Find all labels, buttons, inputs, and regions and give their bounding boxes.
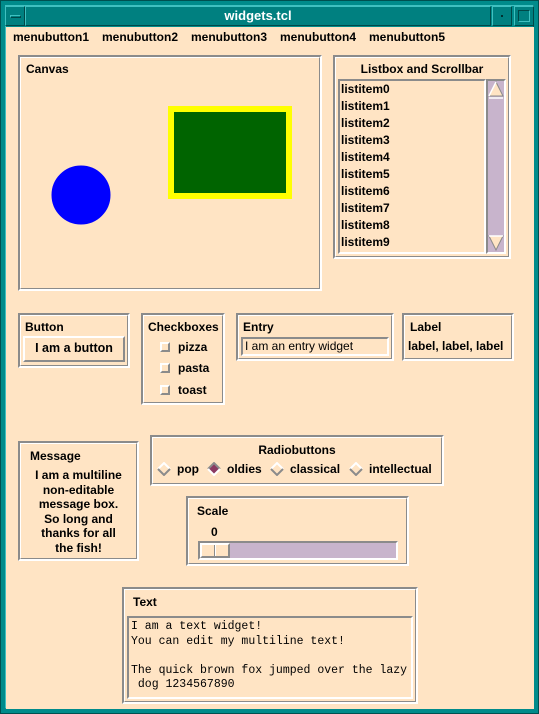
checkbox-indicator[interactable]	[160, 363, 170, 373]
radiobuttons-label: Radiobuttons	[258, 443, 336, 457]
canvas-oval[interactable]	[51, 165, 111, 225]
scale-label: Scale	[197, 504, 229, 518]
scroll-up-arrow-icon[interactable]	[488, 81, 504, 99]
listbox-label: Listbox and Scrollbar	[360, 62, 484, 76]
radio-label: classical	[290, 462, 341, 476]
menubutton-5[interactable]: menubutton5	[362, 27, 451, 47]
list-item[interactable]: listitem8	[340, 217, 484, 234]
message-frame: Message I am a multiline non-editable me…	[18, 441, 139, 561]
checkbox-indicator[interactable]	[160, 342, 170, 352]
radio-indicator[interactable]	[349, 462, 363, 476]
menubutton-4[interactable]: menubutton4	[273, 27, 362, 47]
list-item[interactable]: listitem3	[340, 132, 484, 149]
listbox-scrollbar[interactable]	[486, 79, 506, 254]
scale-slider-groove	[214, 545, 216, 556]
message-text: I am a multiline non-editable message bo…	[35, 468, 122, 555]
menubutton-2[interactable]: menubutton2	[95, 27, 184, 47]
scale-trough[interactable]	[198, 541, 398, 560]
entry-label: Entry	[243, 320, 274, 334]
canvas[interactable]	[20, 57, 320, 289]
minimize-button[interactable]	[492, 6, 512, 26]
list-item[interactable]: listitem0	[340, 81, 484, 98]
list-item[interactable]: listitem1	[340, 98, 484, 115]
checkboxes-label: Checkboxes	[148, 320, 219, 334]
checkbox-indicator[interactable]	[160, 385, 170, 395]
checkbox-label: pizza	[178, 340, 208, 354]
canvas-rectangle[interactable]	[168, 106, 292, 199]
checkbox-pasta[interactable]: pasta	[160, 361, 209, 375]
listbox-frame: Listbox and Scrollbar listitem0 listitem…	[333, 55, 511, 259]
radio-pop[interactable]: pop	[157, 462, 199, 476]
radio-indicator[interactable]	[207, 462, 221, 476]
radio-label: oldies	[227, 462, 262, 476]
radio-indicator[interactable]	[270, 462, 284, 476]
text-widget[interactable]: I am a text widget! You can edit my mult…	[127, 616, 413, 699]
list-item[interactable]: listitem9	[340, 234, 484, 251]
list-item[interactable]: listitem5	[340, 166, 484, 183]
radio-intellectual[interactable]: intellectual	[349, 462, 432, 476]
entry-frame: Entry I am an entry widget	[236, 313, 394, 361]
radio-oldies[interactable]: oldies	[207, 462, 262, 476]
window-client: menubutton1 menubutton2 menubutton3 menu…	[6, 27, 534, 709]
listbox[interactable]: listitem0 listitem1 listitem2 listitem3 …	[338, 79, 486, 254]
i-am-a-button[interactable]: I am a button	[23, 336, 125, 362]
radio-classical[interactable]: classical	[270, 462, 340, 476]
checkboxes-frame: Checkboxes pizza pasta toast	[141, 313, 225, 405]
label-frame: Label label, label, label	[402, 313, 514, 361]
menubutton-3[interactable]: menubutton3	[184, 27, 273, 47]
text-label: Text	[133, 595, 157, 609]
menubutton-1[interactable]: menubutton1	[6, 27, 95, 47]
window-title[interactable]: widgets.tcl	[25, 6, 491, 26]
message-label: Message	[30, 449, 81, 463]
button-frame-label: Button	[25, 320, 64, 334]
canvas-frame: Canvas	[18, 55, 322, 291]
window-menu-icon	[10, 15, 21, 18]
radio-indicator[interactable]	[157, 462, 171, 476]
text-frame: Text I am a text widget! You can edit my…	[122, 587, 418, 704]
list-item[interactable]: listitem7	[340, 200, 484, 217]
scale-value: 0	[211, 525, 218, 539]
list-item[interactable]: listitem2	[340, 115, 484, 132]
radio-label: intellectual	[369, 462, 432, 476]
window-menu-button[interactable]	[5, 6, 25, 26]
maximize-icon	[518, 10, 530, 22]
minimize-icon	[501, 15, 503, 17]
list-item[interactable]: listitem4	[340, 149, 484, 166]
radiobuttons-frame: Radiobuttons pop oldies classical intell…	[150, 435, 444, 486]
maximize-button[interactable]	[514, 6, 534, 26]
radio-label: pop	[177, 462, 199, 476]
checkbox-label: pasta	[178, 361, 210, 375]
checkbox-label: toast	[178, 383, 207, 397]
scroll-down-arrow-icon[interactable]	[488, 234, 504, 252]
scale-frame: Scale 0	[186, 496, 409, 566]
scale-slider[interactable]	[200, 543, 230, 558]
list-item[interactable]: listitem6	[340, 183, 484, 200]
label-text: label, label, label	[408, 339, 504, 353]
button-frame: Button I am a button	[18, 313, 130, 368]
label-frame-label: Label	[410, 320, 442, 334]
entry-field[interactable]: I am an entry widget	[241, 337, 389, 356]
checkbox-pizza[interactable]: pizza	[160, 340, 207, 354]
menubar: menubutton1 menubutton2 menubutton3 menu…	[6, 27, 451, 47]
checkbox-toast[interactable]: toast	[160, 383, 207, 397]
window-frame: widgets.tcl menubutton1 menubutton2 menu…	[0, 0, 539, 714]
